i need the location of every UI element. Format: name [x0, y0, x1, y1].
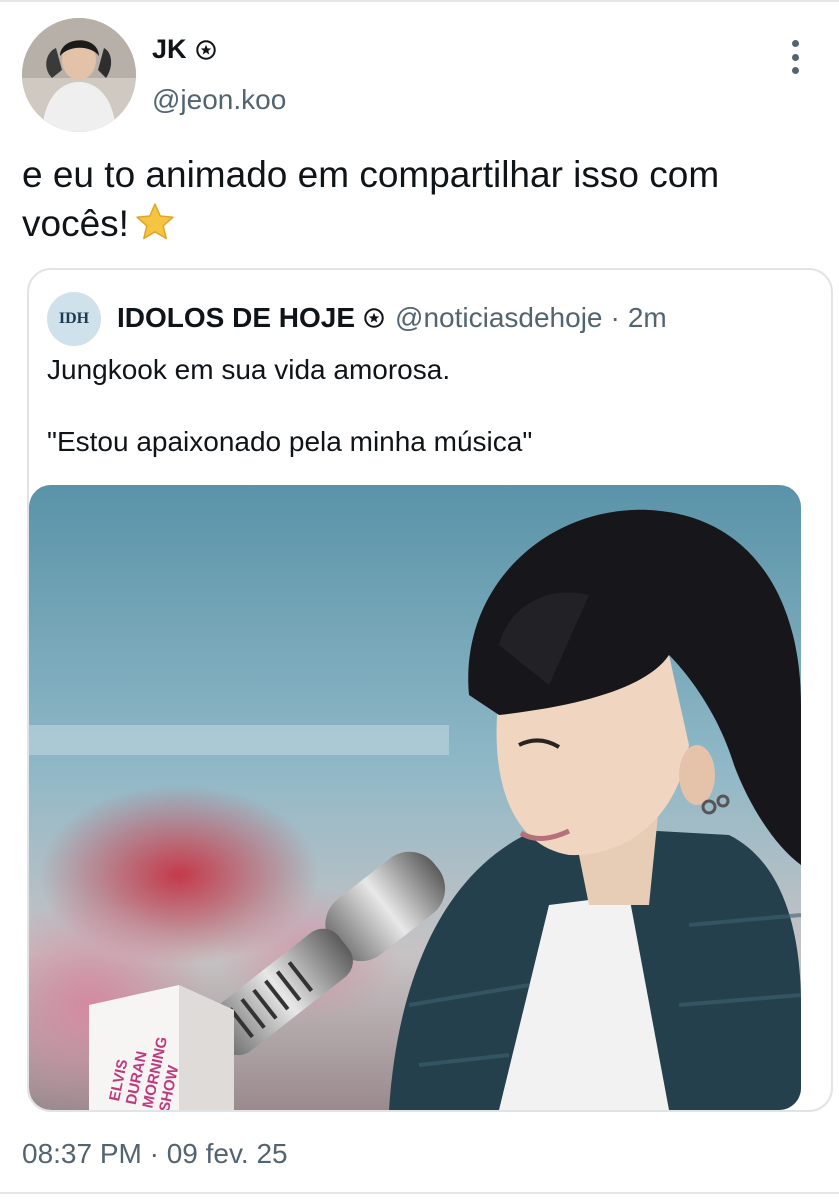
tweet-text-body: e eu to animado em compartilhar isso com…	[22, 154, 720, 244]
verified-badge-icon	[364, 308, 384, 328]
author-handle[interactable]: @jeon.koo	[152, 84, 286, 116]
quoted-photo[interactable]: ELVIS DURAN MORNING SHOW	[29, 485, 801, 1110]
quoted-text-line2: "Estou apaixonado pela minha música"	[47, 426, 533, 457]
more-dot-icon	[791, 67, 799, 74]
more-options-button[interactable]	[782, 40, 808, 74]
quoted-age: 2m	[627, 302, 667, 333]
author-avatar-image	[22, 18, 136, 132]
quoted-text-line1: Jungkook em sua vida amorosa.	[47, 354, 451, 385]
author-display-name[interactable]: JK	[152, 34, 217, 65]
bottom-divider	[0, 1192, 839, 1194]
author-name-text: JK	[152, 34, 187, 64]
author-avatar[interactable]	[22, 18, 136, 132]
quoted-handle[interactable]: @noticiasdehoje	[395, 302, 602, 334]
mic-flag-illustration: ELVIS DURAN MORNING SHOW	[89, 985, 234, 1110]
more-dot-icon	[791, 53, 799, 61]
star-emoji-icon	[136, 203, 174, 240]
quoted-header: IDOLOS DE HOJE @noticiasdehoje · 2m	[117, 302, 667, 334]
tweet-text: e eu to animado em compartilhar isso com…	[22, 150, 812, 248]
quoted-avatar[interactable]: IDH	[47, 292, 101, 346]
more-dot-icon	[791, 40, 799, 47]
verified-badge-icon	[195, 39, 216, 60]
quoted-tweet-card[interactable]: IDH IDOLOS DE HOJE @noticiasdehoje · 2m …	[27, 268, 833, 1112]
meta-separator: ·	[610, 302, 620, 333]
quoted-display-name[interactable]: IDOLOS DE HOJE	[117, 302, 355, 334]
top-divider	[0, 0, 839, 2]
photo-illustration: ELVIS DURAN MORNING SHOW	[29, 485, 801, 1110]
tweet-timestamp[interactable]: 08:37 PM · 09 fev. 25	[22, 1138, 288, 1170]
